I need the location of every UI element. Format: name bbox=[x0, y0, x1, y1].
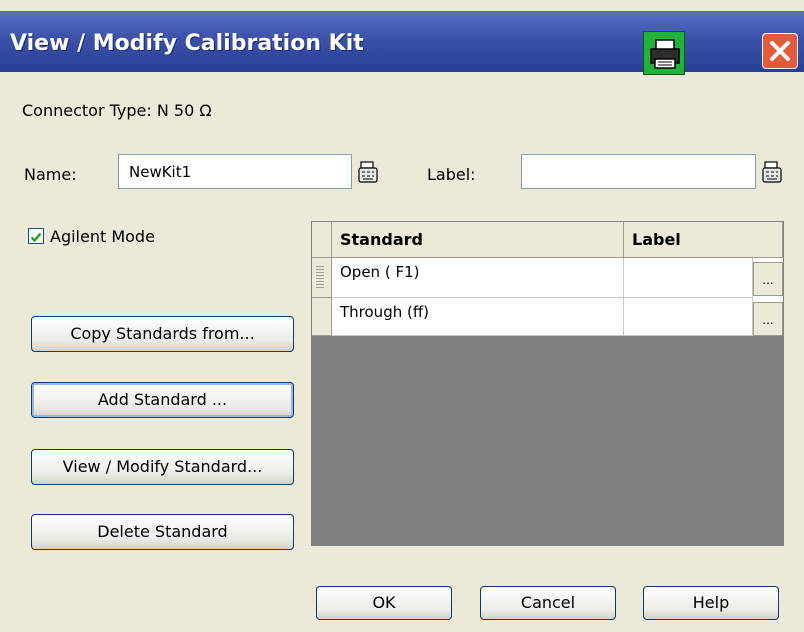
through-ellipsis-button[interactable]: ... bbox=[753, 302, 783, 336]
column-header-label[interactable]: Label bbox=[624, 222, 783, 258]
cell-standard-open[interactable]: Open ( F1) bbox=[332, 258, 624, 298]
name-label: Name: bbox=[24, 165, 77, 184]
connector-type-label: Connector Type: N 50 Ω bbox=[22, 101, 212, 120]
column-header-standard[interactable]: Standard bbox=[332, 222, 624, 258]
name-keyboard-button[interactable] bbox=[357, 159, 381, 185]
delete-standard-button[interactable]: Delete Standard bbox=[31, 514, 294, 550]
calibration-kit-dialog: View / Modify Calibration Kit Connector … bbox=[0, 0, 804, 632]
cancel-button[interactable]: Cancel bbox=[480, 586, 616, 620]
cell-label-through[interactable] bbox=[624, 298, 753, 336]
standards-table: Standard Label Open ( F1) ... Through (f… bbox=[311, 221, 784, 546]
add-standard-button[interactable]: Add Standard ... bbox=[31, 382, 294, 418]
table-corner bbox=[312, 222, 332, 258]
copy-standards-button[interactable]: Copy Standards from... bbox=[31, 316, 294, 352]
ok-button[interactable]: OK bbox=[316, 586, 452, 620]
name-field[interactable]: NewKit1 bbox=[118, 154, 352, 189]
cell-standard-through[interactable]: Through (ff) bbox=[332, 298, 624, 336]
window-title: View / Modify Calibration Kit bbox=[10, 31, 364, 56]
print-button[interactable] bbox=[643, 31, 685, 75]
close-icon bbox=[770, 41, 790, 61]
printer-icon bbox=[650, 39, 680, 69]
check-icon bbox=[30, 232, 42, 243]
row-grip bbox=[316, 266, 324, 290]
view-modify-standard-button[interactable]: View / Modify Standard... bbox=[31, 449, 294, 485]
title-bar: View / Modify Calibration Kit bbox=[0, 11, 804, 75]
label-keyboard-button[interactable] bbox=[761, 159, 785, 185]
keyboard-icon bbox=[762, 161, 782, 183]
cell-label-open[interactable] bbox=[624, 258, 753, 298]
table-empty-area bbox=[312, 336, 783, 545]
agilent-mode-checkbox[interactable] bbox=[28, 228, 44, 244]
help-button[interactable]: Help bbox=[643, 586, 779, 620]
row-selector[interactable] bbox=[312, 298, 332, 336]
label-field[interactable] bbox=[521, 154, 756, 189]
agilent-mode-label: Agilent Mode bbox=[50, 227, 155, 246]
keyboard-icon bbox=[358, 161, 378, 183]
name-value: NewKit1 bbox=[129, 163, 192, 181]
row-selector[interactable] bbox=[312, 258, 332, 298]
label-label: Label: bbox=[427, 165, 476, 184]
close-button[interactable] bbox=[762, 33, 798, 69]
open-ellipsis-button[interactable]: ... bbox=[753, 262, 783, 296]
